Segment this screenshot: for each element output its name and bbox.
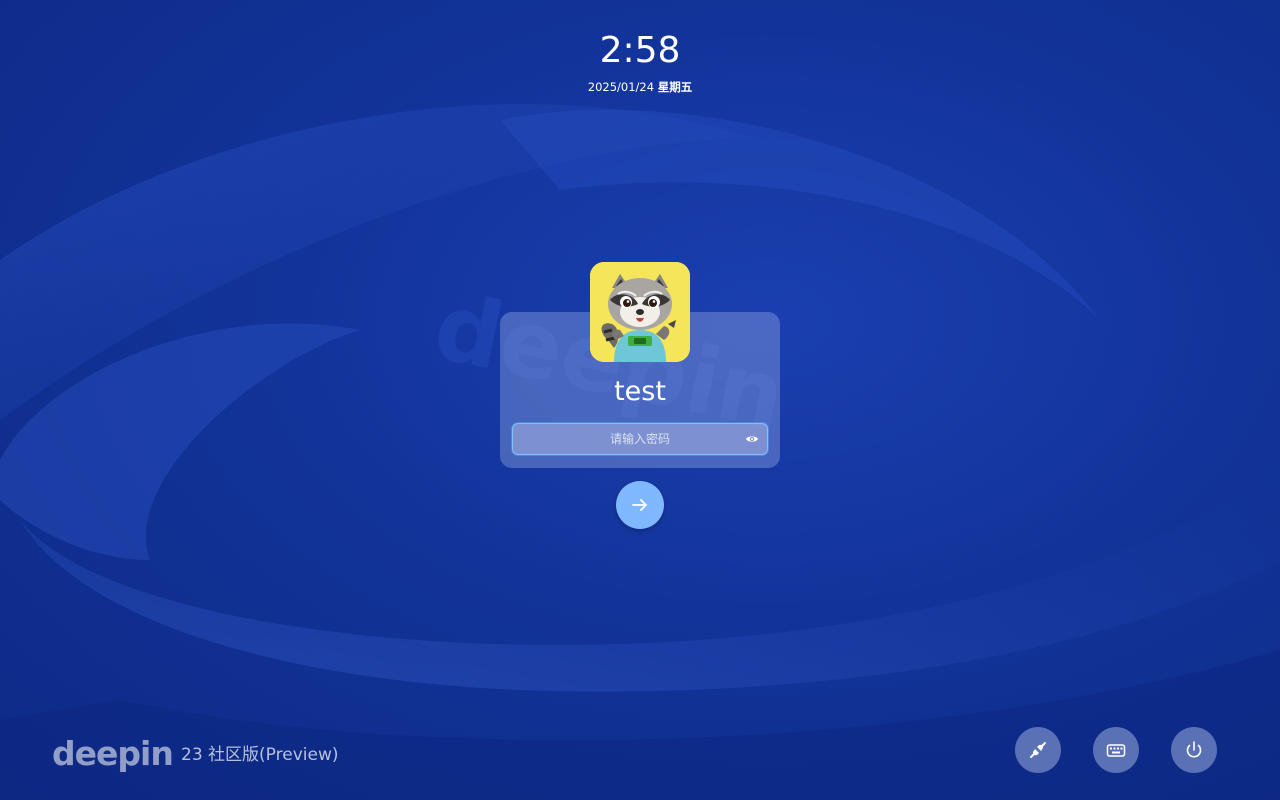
clock-date: 2025/01/24 星期五 bbox=[0, 79, 1280, 95]
power-button[interactable] bbox=[1171, 727, 1217, 773]
date-text: 2025/01/24 bbox=[587, 80, 655, 94]
username: test bbox=[614, 376, 666, 407]
lock-screen: deepin 2:58 2025/01/24 星期五 bbox=[0, 0, 1280, 800]
raccoon-avatar-icon bbox=[590, 262, 690, 362]
network-button[interactable] bbox=[1015, 727, 1061, 773]
power-icon bbox=[1186, 741, 1202, 758]
keyboard-icon bbox=[1106, 744, 1126, 757]
clock-time: 2:58 bbox=[599, 30, 681, 71]
deepin-logo: deepin bbox=[52, 734, 174, 773]
password-input[interactable] bbox=[513, 424, 767, 454]
arrow-right-icon bbox=[632, 499, 647, 511]
login-submit-button[interactable] bbox=[616, 481, 664, 529]
eye-icon[interactable] bbox=[745, 433, 759, 445]
os-edition: 23 社区版(Preview) bbox=[181, 745, 339, 765]
keyboard-layout-button[interactable] bbox=[1093, 727, 1139, 773]
password-field[interactable] bbox=[512, 423, 768, 455]
user-avatar[interactable] bbox=[590, 262, 690, 362]
network-plug-icon bbox=[1030, 742, 1046, 758]
weekday-text: 星期五 bbox=[657, 80, 693, 94]
